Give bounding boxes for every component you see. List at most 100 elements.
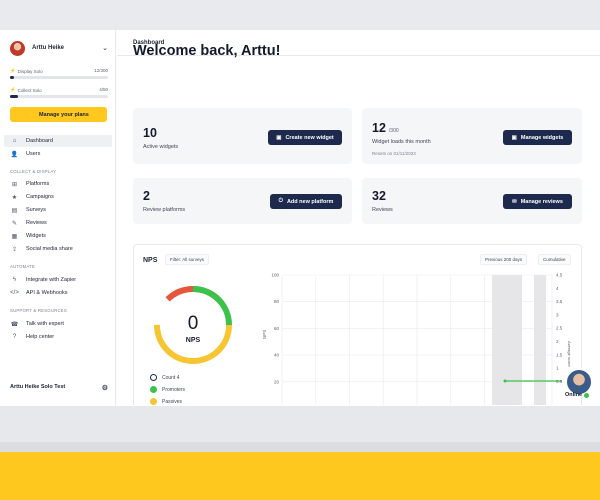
sidebar-item-help-center[interactable]: ? Help center bbox=[4, 331, 112, 343]
stat-reset-note: Resets on 01/11/2023 bbox=[372, 151, 416, 156]
bolt-icon: ⚡ bbox=[28, 111, 36, 118]
code-icon: </> bbox=[10, 290, 19, 296]
stat-unit: /300 bbox=[388, 128, 399, 134]
survey-filter-dropdown[interactable]: Filter: All surveys bbox=[165, 254, 210, 265]
nps-score-label: NPS bbox=[186, 337, 201, 344]
y-axis-left-label: NPS bbox=[262, 330, 267, 339]
quota-bar-fill bbox=[10, 95, 18, 98]
nps-title: NPS bbox=[143, 257, 158, 264]
highlight-band bbox=[492, 275, 522, 405]
section-label-automate: AUTOMATE bbox=[10, 264, 36, 269]
legend-swatch bbox=[150, 374, 157, 381]
manage-plans-label: Manage your plans bbox=[39, 111, 89, 118]
sidebar-item-label: Campaigns bbox=[26, 194, 54, 200]
button-label: Manage widgets bbox=[520, 134, 564, 141]
widget-icon: ▣ bbox=[511, 134, 517, 141]
manage-reviews-button[interactable]: ✉ Manage reviews bbox=[503, 194, 572, 209]
sidebar-item-label: Social media share bbox=[26, 246, 73, 252]
stat-number: 10 bbox=[143, 126, 157, 140]
button-label: Manage reviews bbox=[520, 198, 563, 205]
account-switcher[interactable]: Arttu Heike ⌄ bbox=[10, 40, 108, 56]
sidebar-item-label: Help center bbox=[26, 334, 55, 340]
document-icon: ▤ bbox=[11, 207, 18, 214]
sidebar-item-widgets[interactable]: ▦ Widgets bbox=[4, 230, 112, 242]
sidebar-item-users[interactable]: 👤 Users bbox=[4, 148, 112, 160]
sidebar-item-label: Widgets bbox=[26, 233, 46, 239]
sidebar-footer: Arttu Heike Solo Test ⚙ bbox=[10, 384, 108, 392]
sidebar-item-platforms[interactable]: ⊞ Platforms bbox=[4, 178, 112, 190]
y-tick-left: 80 bbox=[274, 299, 280, 304]
stat-number: 2 bbox=[143, 189, 150, 203]
page-title: Welcome back, Arttu! bbox=[133, 43, 281, 59]
period-selector[interactable]: Previous 200 days bbox=[480, 254, 528, 265]
account-footer-name: Arttu Heike Solo Test bbox=[10, 384, 66, 390]
avatar bbox=[10, 40, 25, 56]
sidebar-item-dashboard[interactable]: ⌂ Dashboard bbox=[4, 135, 112, 147]
add-platform-button[interactable]: ⏻ Add new platform bbox=[270, 194, 342, 209]
y-axis-right-label: Average score bbox=[567, 341, 572, 367]
bolt-icon: ⚡ bbox=[10, 68, 16, 73]
section-label-support: SUPPORT & RESOURCES bbox=[10, 308, 67, 313]
y-tick-right: 1.5 bbox=[556, 352, 563, 357]
card-widget-loads: 12/300 Widget loads this month Resets on… bbox=[362, 108, 582, 164]
nps-donut: 0 NPS bbox=[154, 286, 232, 364]
manage-plans-button[interactable]: ⚡ Manage your plans bbox=[10, 107, 107, 122]
quota-label: Display Solo bbox=[17, 68, 43, 74]
legend-label: Count 4 bbox=[162, 374, 180, 381]
y-tick-right: 4 bbox=[556, 286, 559, 291]
quota-value: 4/50 bbox=[99, 87, 108, 92]
live-chat-widget[interactable]: Online bbox=[563, 368, 595, 402]
sidebar-item-reviews[interactable]: ✎ Reviews bbox=[4, 217, 112, 229]
sidebar-item-campaigns[interactable]: ★ Campaigns bbox=[4, 191, 112, 203]
sidebar-item-label: API & Webhooks bbox=[26, 290, 68, 296]
manage-widgets-button[interactable]: ▣ Manage widgets bbox=[503, 130, 572, 145]
star-icon: ★ bbox=[11, 194, 18, 201]
button-label: Add new platform bbox=[286, 198, 334, 205]
sidebar-item-api[interactable]: </> API & Webhooks bbox=[4, 287, 112, 299]
sidebar-item-label: Dashboard bbox=[26, 138, 53, 144]
help-icon: ? bbox=[12, 334, 17, 340]
stat-label: Widget loads this month bbox=[372, 139, 431, 145]
legend-promoters: Promoters bbox=[150, 386, 185, 393]
widget-icon: ▣ bbox=[276, 134, 282, 141]
quota-collect: ⚡ Collect Solo 4/50 bbox=[10, 87, 108, 98]
plug-icon: ⏻ bbox=[278, 198, 283, 204]
yellow-background-band bbox=[0, 452, 600, 500]
home-icon: ⌂ bbox=[12, 138, 17, 144]
sidebar-item-label: Integrate with Zapier bbox=[26, 277, 77, 283]
gear-icon[interactable]: ⚙ bbox=[102, 384, 108, 392]
platforms-icon: ⊞ bbox=[11, 181, 18, 188]
sidebar-item-label: Users bbox=[26, 151, 41, 157]
sidebar-item-zapier[interactable]: ϟ Integrate with Zapier bbox=[4, 274, 112, 286]
y-tick-right: 2 bbox=[556, 339, 559, 344]
section-label-collect: COLLECT & DISPLAY bbox=[10, 169, 57, 174]
sidebar-item-talk-expert[interactable]: ☎ Talk with expert bbox=[4, 318, 112, 330]
sidebar-item-label: Platforms bbox=[26, 181, 50, 187]
nps-trend-chart: 100806040200-20 4.543.532.521.510.5 NPS … bbox=[262, 273, 572, 405]
y-tick-right: 2.5 bbox=[556, 326, 563, 331]
cumulative-toggle[interactable]: Cumulative bbox=[538, 254, 571, 265]
device-stand bbox=[0, 406, 600, 452]
stat-number: 32 bbox=[372, 189, 386, 203]
bolt-icon: ⚡ bbox=[10, 87, 16, 92]
widgets-icon: ▦ bbox=[11, 233, 18, 240]
sidebar-item-social-share[interactable]: ⇪ Social media share bbox=[4, 243, 112, 255]
y-tick-left: 100 bbox=[271, 273, 279, 278]
sidebar-item-surveys[interactable]: ▤ Surveys bbox=[4, 204, 112, 216]
y-tick-right: 0.5 bbox=[556, 379, 563, 384]
nps-score: 0 bbox=[188, 313, 199, 334]
highlight-band bbox=[534, 275, 546, 405]
sidebar-item-label: Reviews bbox=[26, 220, 47, 226]
y-tick-right: 1 bbox=[556, 366, 559, 371]
legend-swatch bbox=[150, 398, 157, 405]
create-widget-button[interactable]: ▣ Create new widget bbox=[268, 130, 342, 145]
y-tick-right: 3.5 bbox=[556, 299, 563, 304]
account-name: Arttu Heike bbox=[32, 45, 65, 51]
online-status-label: Online bbox=[565, 392, 583, 398]
stat-label: Review platforms bbox=[143, 207, 186, 213]
quota-value: 12/300 bbox=[94, 68, 108, 73]
quota-bar-fill bbox=[10, 76, 14, 79]
button-label: Create new widget bbox=[285, 134, 334, 141]
reviews-icon: ✎ bbox=[11, 220, 18, 227]
legend-passives: Passives bbox=[150, 398, 182, 405]
